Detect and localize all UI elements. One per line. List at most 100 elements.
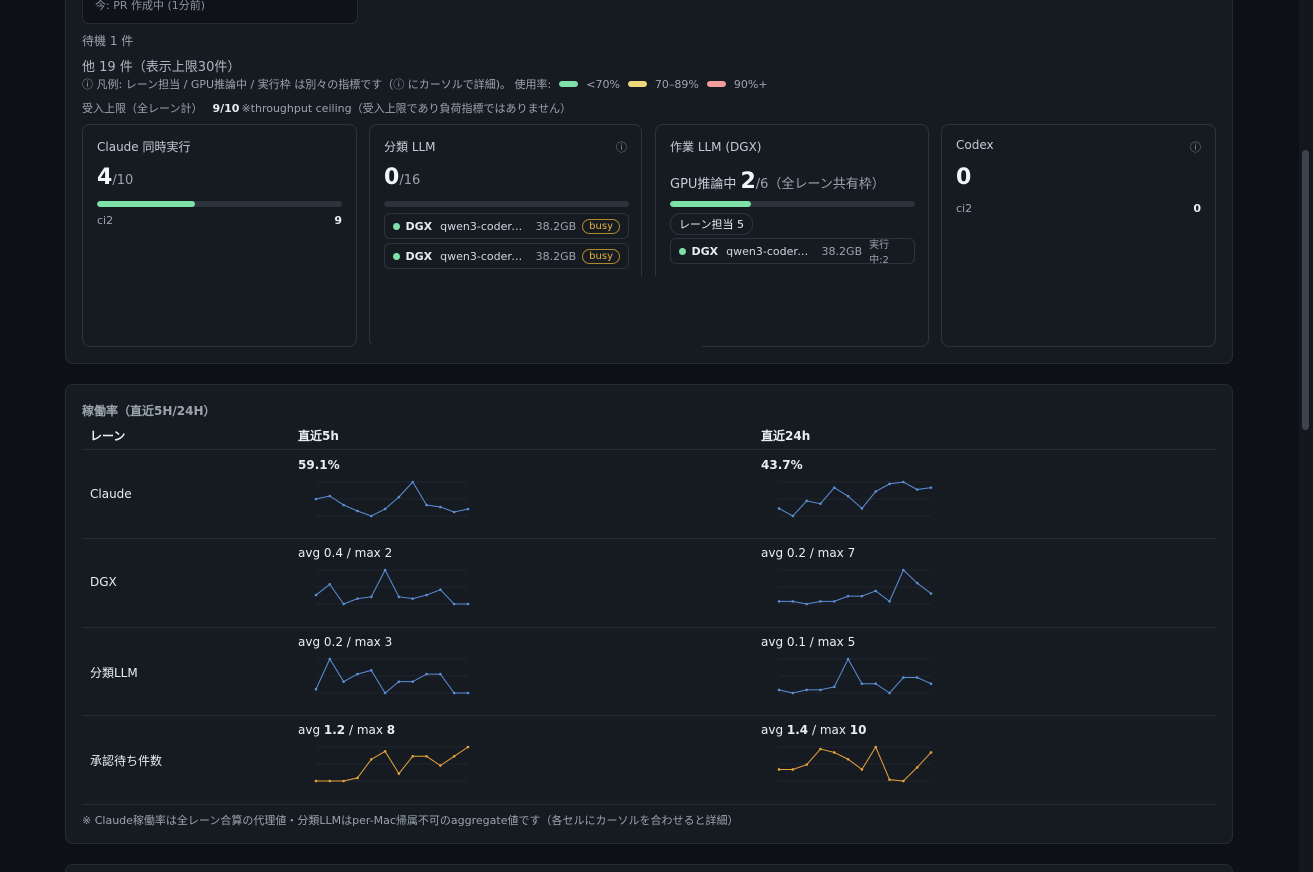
usage-bar-fill (670, 201, 751, 207)
sparkline-classify-5h[interactable] (298, 655, 472, 699)
legend-red-label: 90%+ (733, 77, 768, 91)
metric-5h[interactable]: avg 0.2 / max 3 (298, 635, 392, 649)
sparkline-point (439, 588, 442, 591)
metric-24h[interactable]: 43.7% (761, 458, 803, 472)
lane-name: Claude (90, 487, 132, 501)
model-host: DGX (405, 219, 433, 233)
sparkline-point (369, 669, 373, 672)
sparkline-point (805, 499, 808, 503)
next-section (65, 864, 1233, 872)
sparkline-point (452, 754, 456, 758)
model-row[interactable]: DGX qwen3-coder-w... 38.2GB busy (384, 243, 629, 269)
card-value: 0 (956, 165, 972, 190)
sparkline-point (369, 758, 373, 761)
row-divider (82, 627, 1216, 628)
sparkline-point (791, 691, 795, 695)
sparkline-point (466, 602, 470, 606)
legend-yellow-swatch (627, 81, 647, 87)
col-header-5h: 直近5h (298, 429, 339, 443)
ceiling-value: 9/10 (212, 102, 240, 115)
sparkline-point (888, 691, 891, 695)
sparkline-point (777, 600, 781, 603)
sparkline-point (832, 685, 836, 689)
scrollbar-thumb[interactable] (1302, 150, 1309, 430)
sparkline-point (929, 486, 933, 489)
sparkline-point (805, 602, 808, 606)
metric-5h[interactable]: avg 0.4 / max 2 (298, 546, 392, 560)
legend: ⓘ 凡例: レーン担当 / GPU推論中 / 実行枠 は別々の指標です（ⓘ にカ… (82, 76, 768, 92)
sparkline-point (777, 768, 781, 771)
sparkline-point (929, 592, 933, 595)
metric-24h[interactable]: avg 1.4 / max 10 (761, 723, 867, 737)
sparkline-point (356, 509, 359, 513)
model-size: 38.2GB (821, 244, 863, 258)
legend-prefix[interactable]: ⓘ 凡例: レーン担当 / GPU推論中 / 実行枠 は別々の指標です（ⓘ にカ… (82, 76, 551, 92)
sparkline-point (383, 691, 387, 695)
sparkline-point (328, 583, 332, 586)
lane-name: 承認待ち件数 (90, 754, 163, 768)
sparkline-point (411, 754, 415, 758)
sparkline-approval-5h[interactable] (298, 743, 472, 787)
running-count: 実行中:2 (869, 240, 890, 266)
usage-bar (384, 201, 629, 207)
sparkline-point (466, 691, 470, 695)
sparkline-point (425, 503, 428, 507)
sparkline-dgx-5h[interactable] (298, 566, 472, 610)
sparkline-claude-24h[interactable] (761, 478, 935, 522)
scrollbar-track[interactable] (1299, 0, 1313, 872)
card-title: Codex (956, 138, 994, 152)
sparkline-point (929, 682, 933, 686)
lane-assigned-chip[interactable]: レーン担当 5 (670, 213, 753, 235)
metric-5h[interactable]: 59.1% (298, 458, 340, 472)
sparkline-point (874, 682, 878, 686)
sparkline-classify-24h[interactable] (761, 655, 935, 699)
sparkline-point (314, 779, 318, 783)
sparkline-point (874, 490, 878, 493)
ceiling-label: 受入上限（全レーン計） (82, 102, 203, 115)
sparkline-point (819, 600, 822, 603)
sparkline-claude-5h[interactable] (298, 478, 472, 522)
sparkline-point (452, 602, 456, 606)
sparkline-point (425, 672, 428, 676)
usage-bar-fill (97, 201, 195, 207)
sparkline-point (369, 514, 373, 518)
metric-24h[interactable]: avg 0.2 / max 7 (761, 546, 855, 560)
sparkline-dgx-24h[interactable] (761, 566, 935, 610)
model-row[interactable]: DGX qwen3-coder-w... 38.2GB 実行中:2 (670, 238, 915, 266)
sparkline-point (439, 505, 442, 509)
sparkline-point (915, 488, 919, 491)
info-icon[interactable]: ⓘ (1190, 139, 1201, 155)
sparkline-point (915, 581, 919, 585)
model-row[interactable]: DGX qwen3-coder-w... 38.2GB busy (384, 213, 629, 239)
busy-badge: busy (582, 218, 620, 234)
sparkline-point (929, 751, 933, 754)
row-divider (82, 449, 1216, 450)
info-icon[interactable]: ⓘ (616, 139, 627, 155)
card-title: 分類 LLM (384, 140, 436, 154)
col-header-lane: レーン (90, 429, 126, 443)
sparkline-point (314, 497, 318, 501)
card-value: 4/10 (97, 165, 134, 190)
sparkline-point (791, 768, 795, 771)
sparkline-point (902, 676, 905, 679)
card-title: Claude 同時実行 (97, 140, 191, 154)
ceiling-note: ※throughput ceiling（受入上限であり負荷指標ではありません） (241, 102, 572, 115)
metric-24h[interactable]: avg 0.1 / max 5 (761, 635, 855, 649)
model-size: 38.2GB (535, 219, 577, 233)
sparkline-point (832, 600, 836, 603)
sparkline-point (791, 600, 795, 603)
sparkline-point (411, 480, 415, 484)
sparkline-point (314, 687, 318, 691)
model-name: qwen3-coder-w... (440, 219, 526, 233)
model-name: qwen3-coder-w... (726, 244, 812, 258)
busy-badge: busy (582, 248, 620, 264)
sparkline-point (369, 595, 373, 599)
metric-5h[interactable]: avg 1.2 / max 8 (298, 723, 395, 737)
sparkline-point (425, 754, 428, 758)
sparkline-point (832, 751, 836, 754)
card-value: 0/16 (384, 165, 421, 190)
sparkline-point (846, 657, 850, 661)
sparkline-approval-24h[interactable] (761, 743, 935, 787)
others-count[interactable]: 他 19 件（表示上限30件） (82, 56, 240, 75)
sparkline-point (452, 691, 456, 695)
